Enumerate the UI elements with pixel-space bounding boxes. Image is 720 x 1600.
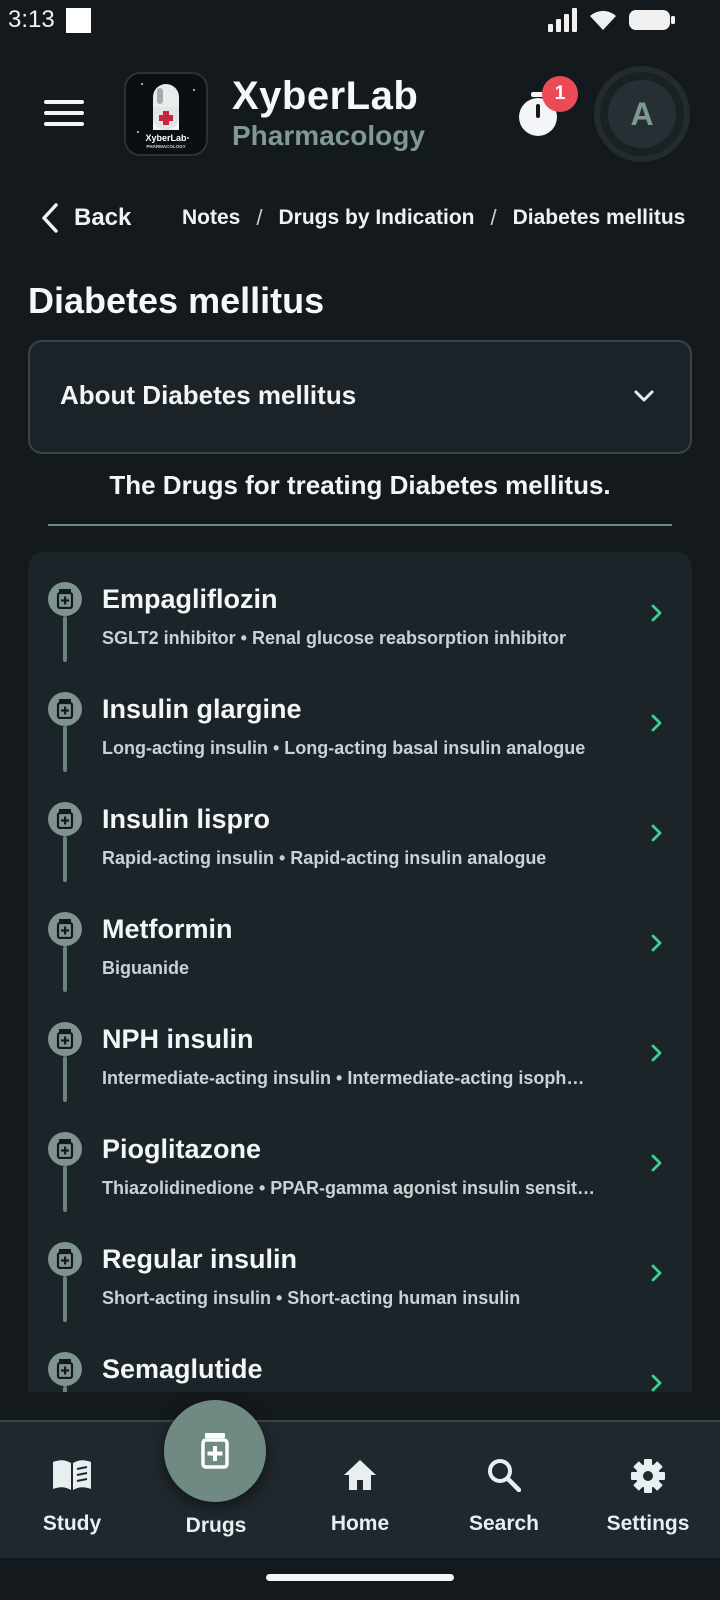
bottom-nav: Study Drugs Home Search Settings: [0, 1420, 720, 1558]
drug-name: Regular insulin: [102, 1244, 298, 1274]
breadcrumb-items: Notes / Drugs by Indication / Diabetes m…: [182, 205, 685, 231]
list-item[interactable]: Pioglitazone Thiazolidinedione • PPAR-ga…: [28, 1102, 692, 1212]
chevron-right-icon: [651, 714, 662, 732]
chevron-right-icon: [651, 1374, 662, 1392]
nav-settings[interactable]: Settings: [576, 1422, 720, 1558]
page-title: Diabetes mellitus: [28, 280, 325, 321]
breadcrumb: Back Notes / Drugs by Indication / Diabe…: [0, 198, 720, 238]
profile-button[interactable]: A: [594, 66, 690, 162]
signal-icon: [548, 8, 577, 32]
wifi-icon: [590, 10, 616, 30]
menu-button[interactable]: [44, 100, 84, 130]
section-heading: The Drugs for treating Diabetes mellitus…: [109, 470, 611, 500]
nav-label-settings: Settings: [606, 1512, 690, 1535]
back-button[interactable]: Back: [40, 202, 131, 234]
drug-description: Intermediate-acting insulin • Intermedia…: [102, 1068, 585, 1088]
drug-description: Biguanide: [102, 958, 190, 978]
nav-study[interactable]: Study: [0, 1422, 144, 1558]
list-item[interactable]: NPH insulin Intermediate-acting insulin …: [28, 992, 692, 1102]
nav-label-home: Home: [330, 1512, 390, 1535]
gear-icon: [631, 1459, 665, 1493]
breadcrumb-item-drugs-by-indication[interactable]: Drugs by Indication: [278, 206, 474, 230]
notification-icon: [66, 8, 91, 33]
drug-list: Empagliflozin SGLT2 inhibitor • Renal gl…: [28, 552, 692, 1392]
chevron-right-icon: [651, 604, 662, 622]
medicine-icon: [48, 912, 82, 946]
medicine-icon: [48, 802, 82, 836]
status-icons: [548, 8, 676, 32]
logo-text: XyberLab: [145, 133, 187, 143]
app-title: XyberLab: [232, 74, 419, 118]
list-item[interactable]: Metformin Biguanide: [28, 882, 692, 992]
about-accordion[interactable]: About Diabetes mellitus: [28, 340, 692, 454]
drug-name: NPH insulin: [102, 1024, 254, 1054]
book-icon: [53, 1460, 91, 1490]
nav-label-drugs: Drugs: [185, 1514, 247, 1537]
drug-name: Empagliflozin: [102, 584, 278, 614]
drug-description: Rapid-acting insulin • Rapid-acting insu…: [102, 848, 547, 868]
list-item[interactable]: Semaglutide: [28, 1322, 692, 1392]
chevron-right-icon: [651, 934, 662, 952]
drug-description: Long-acting insulin • Long-acting basal …: [102, 738, 586, 758]
battery-icon: [629, 10, 675, 30]
medicine-icon: [201, 1433, 229, 1469]
drug-description: Thiazolidinedione • PPAR-gamma agonist i…: [102, 1178, 596, 1198]
medicine-icon: [48, 1132, 82, 1166]
medicine-icon: [48, 1022, 82, 1056]
drug-description: SGLT2 inhibitor • Renal glucose reabsorp…: [102, 628, 566, 648]
drug-name: Insulin lispro: [102, 804, 271, 834]
list-item[interactable]: Insulin lispro Rapid-acting insulin • Ra…: [28, 772, 692, 882]
breadcrumb-separator: /: [256, 205, 263, 230]
nav-search[interactable]: Search: [432, 1422, 576, 1558]
breadcrumb-separator: /: [490, 205, 497, 230]
drug-description: Short-acting insulin • Short-acting huma…: [102, 1288, 521, 1308]
list-item[interactable]: Empagliflozin SGLT2 inhibitor • Renal gl…: [28, 552, 692, 662]
search-icon: [488, 1459, 521, 1492]
medicine-icon: [48, 582, 82, 616]
breadcrumb-item-current: Diabetes mellitus: [512, 206, 686, 229]
drugs-fab-button[interactable]: [164, 1400, 266, 1502]
divider: [48, 524, 672, 526]
nav-home[interactable]: Home: [288, 1422, 432, 1558]
chevron-right-icon: [651, 1264, 662, 1282]
status-bar: 3:13: [0, 0, 720, 44]
list-item[interactable]: Insulin glargine Long-acting insulin • L…: [28, 662, 692, 772]
drug-name: Insulin glargine: [102, 694, 302, 724]
chevron-left-icon: [42, 203, 58, 233]
pill-logo-icon: XyberLab PHARMACOLOGY: [137, 83, 195, 149]
home-icon: [344, 1460, 376, 1490]
logo-subtext: PHARMACOLOGY: [146, 144, 185, 149]
medicine-icon: [48, 692, 82, 726]
drug-name: Pioglitazone: [102, 1134, 262, 1164]
chevron-right-icon: [651, 824, 662, 842]
breadcrumb-item-notes[interactable]: Notes: [182, 206, 240, 230]
app-header: XyberLab PHARMACOLOGY XyberLab Pharmacol…: [0, 64, 720, 164]
back-label: Back: [74, 204, 132, 231]
status-time: 3:13: [8, 6, 55, 33]
list-item[interactable]: Regular insulin Short-acting insulin • S…: [28, 1212, 692, 1322]
chevron-right-icon: [651, 1154, 662, 1172]
notification-badge: 1: [542, 76, 578, 112]
home-indicator[interactable]: [266, 1574, 454, 1581]
nav-label-study: Study: [42, 1512, 102, 1535]
hamburger-icon: [44, 100, 84, 104]
chevron-down-icon: [634, 390, 654, 402]
app-subtitle: Pharmacology: [232, 120, 425, 151]
drug-name: Metformin: [102, 914, 233, 944]
nav-label-search: Search: [468, 1512, 540, 1535]
accordion-label: About Diabetes mellitus: [60, 380, 357, 410]
medicine-icon: [48, 1242, 82, 1276]
medicine-icon: [48, 1352, 82, 1386]
app-logo: XyberLab PHARMACOLOGY: [124, 72, 208, 156]
drug-name: Semaglutide: [102, 1354, 263, 1384]
chevron-right-icon: [651, 1044, 662, 1062]
avatar: A: [608, 80, 676, 148]
